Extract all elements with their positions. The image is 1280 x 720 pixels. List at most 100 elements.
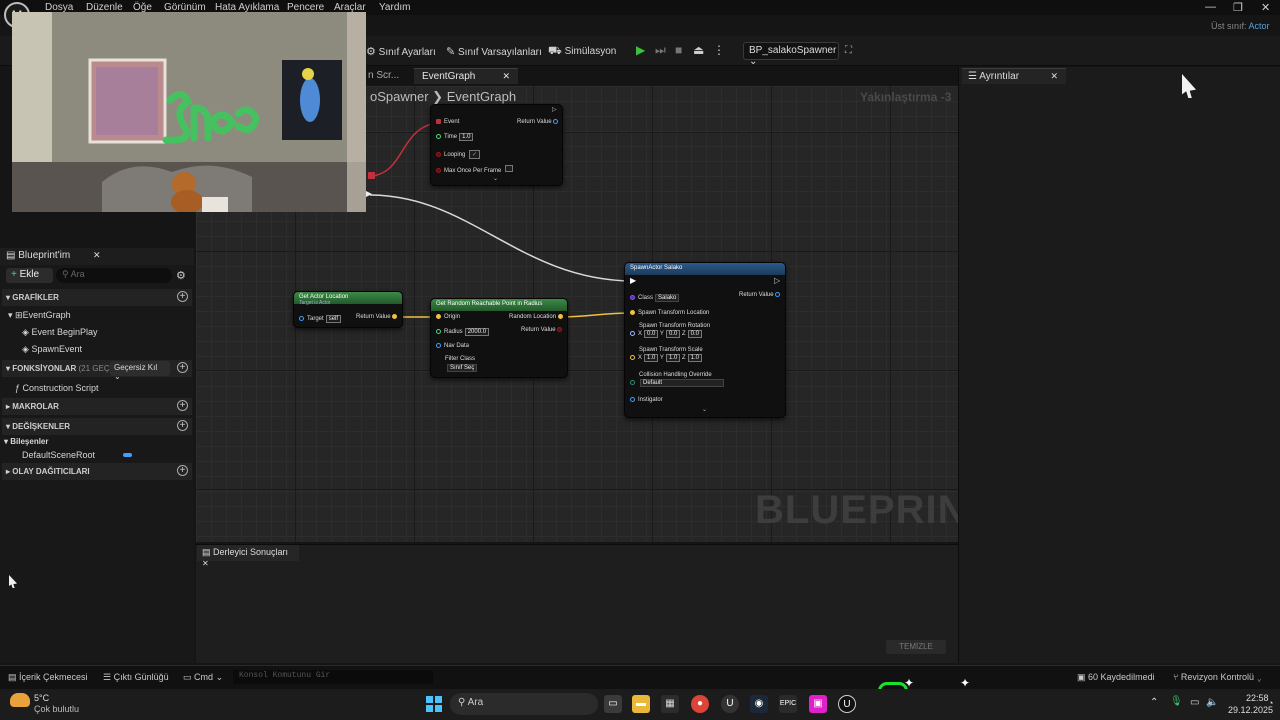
scale-pin-row[interactable]: X 1.0 Y 1.0 Z 1.0 [630,354,702,362]
delegate-pin-icon[interactable] [368,172,375,179]
mic-icon[interactable]: 🎙 [1170,696,1183,707]
random-location-row[interactable]: Random Location [509,314,566,320]
looping-pin[interactable] [436,151,441,157]
tree-item-scene-root[interactable]: DefaultSceneRoot [22,450,95,460]
content-drawer-button[interactable]: ▤ İçerik Çekmecesi [8,672,88,683]
my-blueprint-tab[interactable]: ▤ Blueprint'im ✕ [0,248,194,265]
network-icon[interactable]: ▭ [1190,697,1199,708]
add-dispatcher-button[interactable]: + [177,465,188,476]
class-pin-row[interactable]: Class Salako [630,294,680,302]
add-macro-button[interactable]: + [177,400,188,411]
unsaved-button[interactable]: ▣ 60 Kaydedilmedi [1077,672,1155,683]
spawn-return-pin[interactable] [775,292,781,297]
target-pin-row[interactable]: Target self [299,315,342,323]
spawn-expand-icon[interactable]: ⌄ [702,406,707,413]
clock-time[interactable]: 22:58 [1246,693,1269,703]
clock-date[interactable]: 29.12.2025 [1228,705,1273,715]
filter-class-row[interactable]: Sınıf Seç [445,364,478,372]
add-function-button[interactable]: + [177,362,188,373]
add-graph-button[interactable]: + [177,291,188,302]
chrome-icon[interactable]: ● [691,695,709,713]
timer-return-row[interactable]: Return Value [517,119,561,125]
rotation-x-input[interactable]: 0.0 [644,330,659,338]
looping-pin-row[interactable]: Looping ✓ [436,150,481,159]
random-location-pin[interactable] [557,314,563,319]
collision-pin[interactable] [630,379,635,385]
instigator-row[interactable]: Instigator [630,397,663,403]
weather-temp[interactable]: 5°C [34,693,49,703]
section-graphs[interactable]: ▾ GRAFİKLER + [2,289,192,306]
tree-item-construction-script[interactable]: ƒ Construction Script [15,383,99,393]
event-pin[interactable] [436,119,441,124]
nav-data-row[interactable]: Nav Data [436,343,469,349]
console-input[interactable]: Konsol Komutunu Gir [233,670,433,684]
spawn-actor-node[interactable]: SpawnActor Salako ▶ ▷ Class Salako Return… [624,262,786,418]
tray-chevron-icon[interactable]: ⌃ [1150,697,1158,708]
store-icon[interactable]: ▦ [661,695,679,713]
clear-button[interactable]: TEMİZLE [886,640,946,654]
cmd-dropdown[interactable]: ▭ Cmd ⌄ [183,672,223,683]
spawn-location-pin[interactable] [630,310,635,315]
location-pin-row[interactable]: Spawn Transform Location [630,310,709,316]
tree-item-begin-play[interactable]: ◈ Event BeginPlay [22,327,97,338]
nav-data-pin[interactable] [436,343,441,348]
time-pin-row[interactable]: Time 1.0 [436,133,474,141]
timer-return-pin[interactable] [553,119,559,124]
rotation-pin-row[interactable]: X 0.0 Y 0.0 Z 0.0 [630,330,702,338]
weather-desc[interactable]: Çok bulutlu [34,704,79,714]
radius-pin-row[interactable]: Radius 2000.0 [436,328,490,336]
app-icon[interactable]: ▣ [809,695,827,713]
add-variable-button[interactable]: + [177,420,188,431]
close-my-blueprint-icon[interactable]: ✕ [93,250,101,261]
unreal-engine-icon[interactable]: U [838,695,856,713]
blueprint-search-input[interactable]: ⚲ Ara [56,268,172,283]
set-timer-node[interactable]: ▷ Event Return Value Time 1.0 Looping ✓ M… [430,104,563,186]
rotation-pin[interactable] [630,330,635,336]
unreal-taskbar-icon[interactable]: U [721,695,739,713]
rotation-y-input[interactable]: 0.0 [665,330,681,338]
origin-pin-row[interactable]: Origin [436,314,460,320]
add-button[interactable]: + Ekle [6,268,53,283]
tab-details[interactable]: ☰ Ayrıntılar ✕ [962,68,1066,84]
components-category[interactable]: ▾ Bileşenler [4,437,49,446]
collision-pin-row[interactable]: Default [630,379,724,387]
origin-pin[interactable] [436,314,441,319]
tree-item-eventgraph[interactable]: ▾ ⊞EventGraph [8,310,71,321]
target-pin[interactable] [299,315,304,321]
max-once-pin[interactable] [436,167,441,173]
time-pin[interactable] [436,133,441,139]
spawn-exec-in-pin[interactable]: ▶ [630,276,636,285]
spawn-return-row[interactable]: Return Value [739,292,783,298]
output-log-button[interactable]: ☰ Çıktı Günlüğü [103,672,169,683]
location-return-pin[interactable] [392,314,398,319]
revision-control-button[interactable]: ⑂ Revizyon Kontrolü ⌄ [1173,672,1262,682]
close-compiler-icon[interactable]: ✕ [202,559,209,568]
scale-z-input[interactable]: 1.0 [687,354,702,362]
get-actor-location-node[interactable]: Get Actor Location Target is Actor Target… [293,291,403,328]
class-select[interactable]: Salako [655,294,680,302]
exec-out-pin[interactable]: ▷ [552,106,557,113]
close-details-icon[interactable]: ✕ [1050,71,1058,82]
time-input[interactable]: 1.0 [459,133,474,141]
file-explorer-icon[interactable]: ▬ [632,695,650,713]
notification-icon[interactable]: ◔ [1268,698,1273,708]
location-return-row[interactable]: Return Value [356,314,400,320]
section-variables[interactable]: ▾ DEĞİŞKENLER + [2,418,192,435]
timer-expand-icon[interactable]: ⌄ [493,175,498,182]
scale-x-input[interactable]: 1.0 [644,354,659,362]
override-dropdown[interactable]: Geçersiz Kıl ⌄ [110,361,170,381]
max-once-row[interactable]: Max Once Per Frame [436,165,514,174]
scale-y-input[interactable]: 1.0 [665,354,681,362]
section-event-dispatchers[interactable]: ▸ OLAY DAĞITICILARI + [2,463,192,480]
gear-icon[interactable]: ⚙ [176,269,186,282]
filter-class-select[interactable]: Sınıf Seç [447,364,478,372]
tab-compiler-results[interactable]: ▤ Derleyici Sonuçları ✕ [197,545,299,568]
steam-icon[interactable]: ◉ [750,695,768,713]
tree-item-spawn-event[interactable]: ◈ SpawnEvent [22,344,82,355]
scale-pin[interactable] [630,354,635,360]
instigator-pin[interactable] [630,397,635,402]
event-pin-row[interactable]: Event [436,119,459,125]
random-reachable-point-node[interactable]: Get Random Reachable Point in Radius Ori… [430,298,568,378]
random-return-row[interactable]: Return Value [521,327,565,333]
class-pin[interactable] [630,294,635,300]
